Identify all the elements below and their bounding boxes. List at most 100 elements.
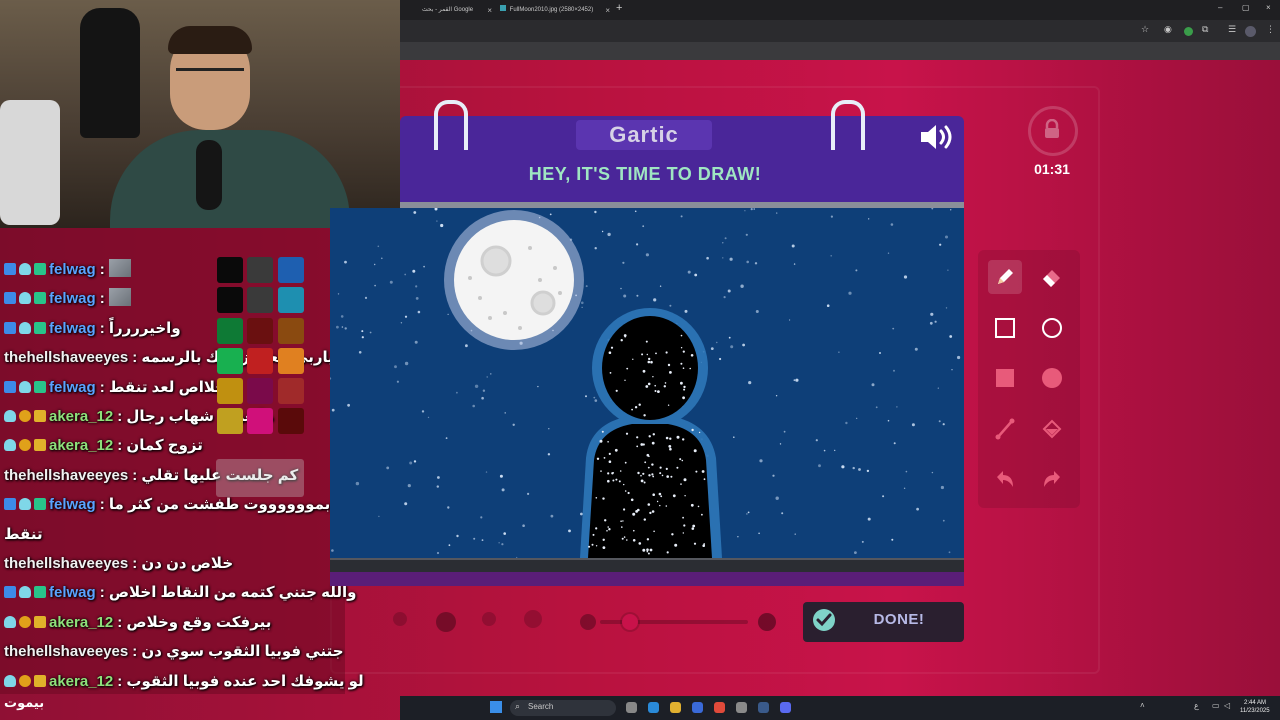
- color-swatch[interactable]: [278, 378, 304, 404]
- chat-username[interactable]: thehellshaveeyes: [4, 555, 128, 572]
- tab-fullmoon-image[interactable]: FullMoon2010.jpg (2580×2452) ×: [500, 3, 610, 18]
- star: [585, 285, 588, 288]
- color-swatch[interactable]: [278, 287, 304, 313]
- new-tab-button[interactable]: +: [616, 2, 622, 14]
- shield-extension-icon[interactable]: [1184, 27, 1193, 36]
- brush-size-3[interactable]: [482, 612, 496, 626]
- chat-username[interactable]: akera_12: [49, 673, 113, 690]
- color-swatch[interactable]: [278, 318, 304, 344]
- puzzle-icon[interactable]: ⧉: [1202, 24, 1208, 35]
- close-icon[interactable]: ×: [605, 3, 610, 18]
- star: [640, 479, 644, 483]
- square-outline-tool[interactable]: [988, 311, 1022, 345]
- menu-list-icon[interactable]: ☰: [1228, 24, 1236, 35]
- color-swatch[interactable]: [247, 378, 273, 404]
- star: [744, 210, 746, 212]
- taskbar-search[interactable]: [510, 700, 616, 716]
- color-swatch[interactable]: [278, 348, 304, 374]
- color-swatch[interactable]: [217, 378, 243, 404]
- clock-time[interactable]: 2:44 AM: [1244, 700, 1266, 706]
- color-swatch[interactable]: [217, 257, 243, 283]
- tab-google-search[interactable]: القمر - بحث Google ×: [422, 3, 492, 18]
- discord-icon[interactable]: [780, 702, 791, 713]
- opacity-slider-knob[interactable]: [622, 614, 638, 630]
- color-swatch[interactable]: [278, 408, 304, 434]
- steam-icon[interactable]: [758, 702, 769, 713]
- chat-username[interactable]: akera_12: [49, 408, 113, 425]
- color-swatch[interactable]: [247, 318, 273, 344]
- color-swatch[interactable]: [217, 408, 243, 434]
- extension-icon[interactable]: ◉: [1164, 24, 1172, 35]
- opacity-max[interactable]: [758, 613, 776, 631]
- color-swatch[interactable]: [247, 257, 273, 283]
- redo-tool[interactable]: [1035, 462, 1069, 496]
- chat-username[interactable]: felwag: [49, 320, 96, 337]
- sound-icon[interactable]: [918, 122, 956, 152]
- color-swatch[interactable]: [217, 348, 243, 374]
- chat-username[interactable]: thehellshaveeyes: [4, 349, 128, 366]
- profile-avatar[interactable]: [1245, 26, 1256, 37]
- star: [887, 419, 890, 422]
- pencil-tool[interactable]: [988, 260, 1022, 294]
- circle-filled-tool[interactable]: [1035, 361, 1069, 395]
- language-indicator[interactable]: ع: [1194, 701, 1199, 710]
- fill-bucket-tool[interactable]: [1035, 412, 1069, 446]
- star: [621, 526, 623, 528]
- chat-message: thehellshaveeyes: خلاص دن دن: [4, 551, 344, 577]
- color-swatch[interactable]: [247, 348, 273, 374]
- close-window-button[interactable]: ×: [1266, 3, 1271, 12]
- star: [693, 449, 697, 453]
- settings-icon[interactable]: [736, 702, 747, 713]
- close-icon[interactable]: ×: [487, 3, 492, 18]
- brush-size-1[interactable]: [393, 612, 407, 626]
- undo-icon: [997, 471, 1013, 487]
- chat-username[interactable]: thehellshaveeyes: [4, 643, 128, 660]
- clock-date[interactable]: 11/23/2025: [1240, 708, 1270, 714]
- kebab-menu-icon[interactable]: ⋮: [1266, 24, 1275, 35]
- brush-size-4[interactable]: [524, 610, 542, 628]
- chevron-up-icon[interactable]: ˄: [1140, 701, 1145, 710]
- star: [648, 474, 651, 477]
- chat-username[interactable]: felwag: [49, 496, 96, 513]
- line-tool[interactable]: [988, 412, 1022, 446]
- minimize-button[interactable]: –: [1218, 3, 1222, 12]
- edge-icon[interactable]: [648, 702, 659, 713]
- file-explorer-icon[interactable]: [670, 702, 681, 713]
- undo-tool[interactable]: [988, 462, 1022, 496]
- star: [938, 420, 941, 423]
- brush-size-2[interactable]: [436, 612, 456, 632]
- chat-username[interactable]: thehellshaveeyes: [4, 467, 128, 484]
- star: [623, 536, 626, 538]
- eraser-tool[interactable]: [1035, 260, 1069, 294]
- color-swatch[interactable]: [247, 287, 273, 313]
- chrome-icon[interactable]: [714, 702, 725, 713]
- brush-size-panel[interactable]: [216, 459, 304, 497]
- ice-badge-icon: [19, 381, 31, 393]
- color-swatch[interactable]: [278, 257, 304, 283]
- task-view-icon[interactable]: [626, 702, 637, 713]
- star-icon[interactable]: ☆: [1141, 24, 1149, 35]
- square-filled-tool[interactable]: [988, 361, 1022, 395]
- maximize-button[interactable]: ▢: [1242, 3, 1250, 12]
- drawing-canvas[interactable]: [330, 208, 964, 558]
- star: [830, 255, 832, 257]
- star: [595, 497, 598, 499]
- star: [746, 513, 748, 515]
- star: [691, 428, 694, 432]
- star: [593, 396, 596, 399]
- chat-username[interactable]: akera_12: [49, 614, 113, 631]
- network-icon[interactable]: ▭: [1212, 701, 1220, 710]
- circle-outline-tool[interactable]: [1035, 311, 1069, 345]
- color-swatch[interactable]: [217, 318, 243, 344]
- windows-start-icon[interactable]: [490, 701, 502, 713]
- chat-username[interactable]: akera_12: [49, 437, 113, 454]
- volume-icon[interactable]: ◁: [1224, 701, 1230, 710]
- chat-username[interactable]: felwag: [49, 379, 96, 396]
- chat-username[interactable]: felwag: [49, 261, 96, 278]
- chat-username[interactable]: felwag: [49, 584, 96, 601]
- opacity-min[interactable]: [580, 614, 596, 630]
- store-icon[interactable]: [692, 702, 703, 713]
- color-swatch[interactable]: [217, 287, 243, 313]
- color-swatch[interactable]: [247, 408, 273, 434]
- chat-username[interactable]: felwag: [49, 290, 96, 307]
